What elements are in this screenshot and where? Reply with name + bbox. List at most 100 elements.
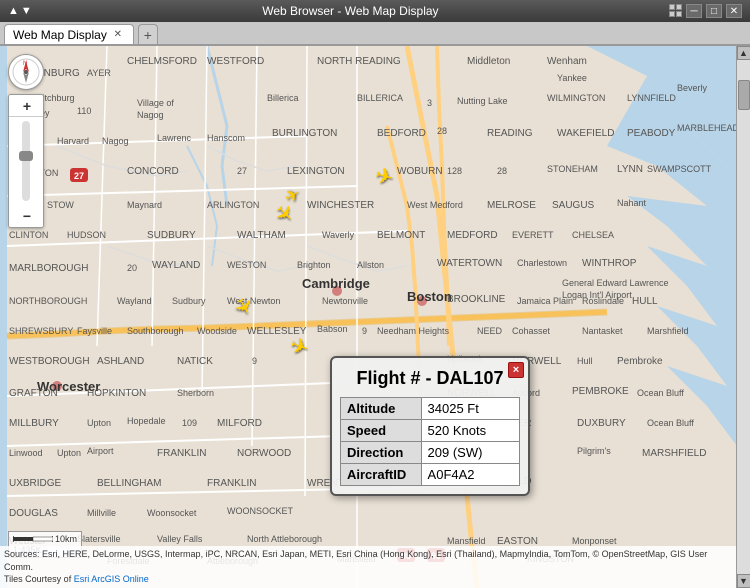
svg-text:LEXINGTON: LEXINGTON [287,166,345,177]
svg-text:NEED: NEED [477,326,503,336]
svg-text:Hopedale: Hopedale [127,416,166,426]
title-bar-scroll-up[interactable]: ▲ [8,5,19,17]
table-row: Direction 209 (SW) [341,442,520,464]
map-navigation: N + − [8,54,44,228]
compass-button[interactable]: N [8,54,44,90]
svg-text:Yankee: Yankee [557,73,587,83]
svg-text:PEMBROKE: PEMBROKE [572,386,629,397]
aircraftid-value: A0F4A2 [421,464,519,486]
minimize-button[interactable]: ─ [686,4,702,18]
direction-label: Direction [341,442,422,464]
svg-text:Charlestown: Charlestown [517,258,567,268]
svg-text:9: 9 [362,326,367,336]
scroll-up-arrow[interactable]: ▲ [737,46,750,60]
svg-text:FRANKLIN: FRANKLIN [207,478,256,489]
svg-text:Cambridge: Cambridge [302,276,370,291]
svg-text:Allston: Allston [357,260,384,270]
svg-text:MARBLEHEAD: MARBLEHEAD [677,123,740,133]
svg-text:WINTHROP: WINTHROP [582,258,637,269]
svg-text:PEABODY: PEABODY [627,128,676,139]
svg-text:NORTHBOROUGH: NORTHBOROUGH [9,296,87,306]
svg-text:WINCHESTER: WINCHESTER [307,200,374,211]
svg-text:BURLINGTON: BURLINGTON [272,128,337,139]
svg-text:CHELSEA: CHELSEA [572,230,614,240]
svg-text:Marshfield: Marshfield [647,326,689,336]
svg-text:FRANKLIN: FRANKLIN [157,448,206,459]
svg-text:UXBRIDGE: UXBRIDGE [9,478,62,489]
svg-text:Valley Falls: Valley Falls [157,534,203,544]
zoom-in-button[interactable]: + [9,95,44,117]
svg-text:NATICK: NATICK [177,356,213,367]
grid-icon[interactable] [669,4,682,18]
svg-text:28: 28 [437,126,447,136]
title-bar-scroll-down[interactable]: ▼ [21,5,32,17]
tab-web-map-display[interactable]: Web Map Display ✕ [4,24,134,44]
popup-close-button[interactable]: × [508,362,524,378]
svg-text:Brighton: Brighton [297,260,331,270]
svg-text:Southborough: Southborough [127,326,184,336]
svg-text:MILFORD: MILFORD [217,418,262,429]
scroll-thumb[interactable] [738,80,750,110]
svg-text:28: 28 [497,166,507,176]
svg-text:Beverly: Beverly [677,83,708,93]
close-button[interactable]: ✕ [726,4,742,18]
svg-text:Nutting Lake: Nutting Lake [457,96,508,106]
svg-text:Billerica: Billerica [267,93,299,103]
svg-text:LYNN: LYNN [617,164,643,175]
svg-text:DOUGLAS: DOUGLAS [9,508,58,519]
scroll-down-arrow[interactable]: ▼ [737,574,750,588]
svg-text:STONEHAM: STONEHAM [547,164,598,174]
svg-text:MEDFORD: MEDFORD [447,230,498,241]
svg-text:Harvard: Harvard [57,136,89,146]
svg-text:BELLINGHAM: BELLINGHAM [97,478,161,489]
svg-text:SUDBURY: SUDBURY [147,230,196,241]
svg-text:SWAMPSCOTT: SWAMPSCOTT [647,164,712,174]
svg-text:CLINTON: CLINTON [9,230,48,240]
svg-text:Maynard: Maynard [127,200,162,210]
tab-close-button[interactable]: ✕ [111,28,125,42]
svg-text:Wayland: Wayland [117,296,152,306]
restore-button[interactable]: □ [706,4,722,18]
svg-text:20: 20 [127,263,137,273]
svg-text:128: 128 [447,166,462,176]
svg-text:West Medford: West Medford [407,200,463,210]
svg-text:Pembroke: Pembroke [617,356,663,367]
svg-text:Nagog: Nagog [102,136,129,146]
svg-text:LYNNFIELD: LYNNFIELD [627,93,676,103]
svg-text:Faysville: Faysville [77,326,112,336]
svg-text:27: 27 [74,171,84,181]
zoom-slider-thumb[interactable] [19,151,33,161]
svg-text:Millville: Millville [87,508,116,518]
svg-text:SHREWSBURY: SHREWSBURY [9,326,73,336]
svg-text:North Attleborough: North Attleborough [247,534,322,544]
svg-text:Woodside: Woodside [197,326,237,336]
svg-text:CONCORD: CONCORD [127,166,179,177]
scale-label: 10km [55,534,77,544]
svg-text:BELMONT: BELMONT [377,230,425,241]
table-row: Speed 520 Knots [341,420,520,442]
svg-text:Upton: Upton [87,418,111,428]
speed-label: Speed [341,420,422,442]
svg-text:Logan Int'l Airport: Logan Int'l Airport [562,290,632,300]
map-container[interactable]: Cambridge Boston Worcester LUNENBURG Fit… [0,46,750,588]
svg-text:HOPKINTON: HOPKINTON [87,388,146,399]
altitude-value: 34025 Ft [421,398,519,420]
svg-text:BEDFORD: BEDFORD [377,128,426,139]
svg-text:Nagog: Nagog [137,110,164,120]
svg-text:MARLBOROUGH: MARLBOROUGH [9,263,88,274]
svg-text:MELROSE: MELROSE [487,200,536,211]
scroll-track[interactable] [737,60,750,574]
svg-text:N: N [23,61,27,67]
window-controls: ─ □ ✕ [669,4,742,18]
zoom-out-button[interactable]: − [9,205,44,227]
svg-text:110: 110 [77,106,91,116]
svg-text:Mansfield: Mansfield [447,536,486,546]
new-tab-button[interactable]: + [138,24,158,44]
svg-text:MILLBURY: MILLBURY [9,418,59,429]
svg-text:27: 27 [237,166,247,176]
attribution-link[interactable]: Esri ArcGIS Online [74,574,149,584]
flight-popup: × Flight # - DAL107 Altitude 34025 Ft Sp… [330,356,530,496]
svg-text:Woonsocket: Woonsocket [147,508,197,518]
svg-text:Middleton: Middleton [467,56,510,67]
window-title: Web Browser - Web Map Display [32,4,669,18]
